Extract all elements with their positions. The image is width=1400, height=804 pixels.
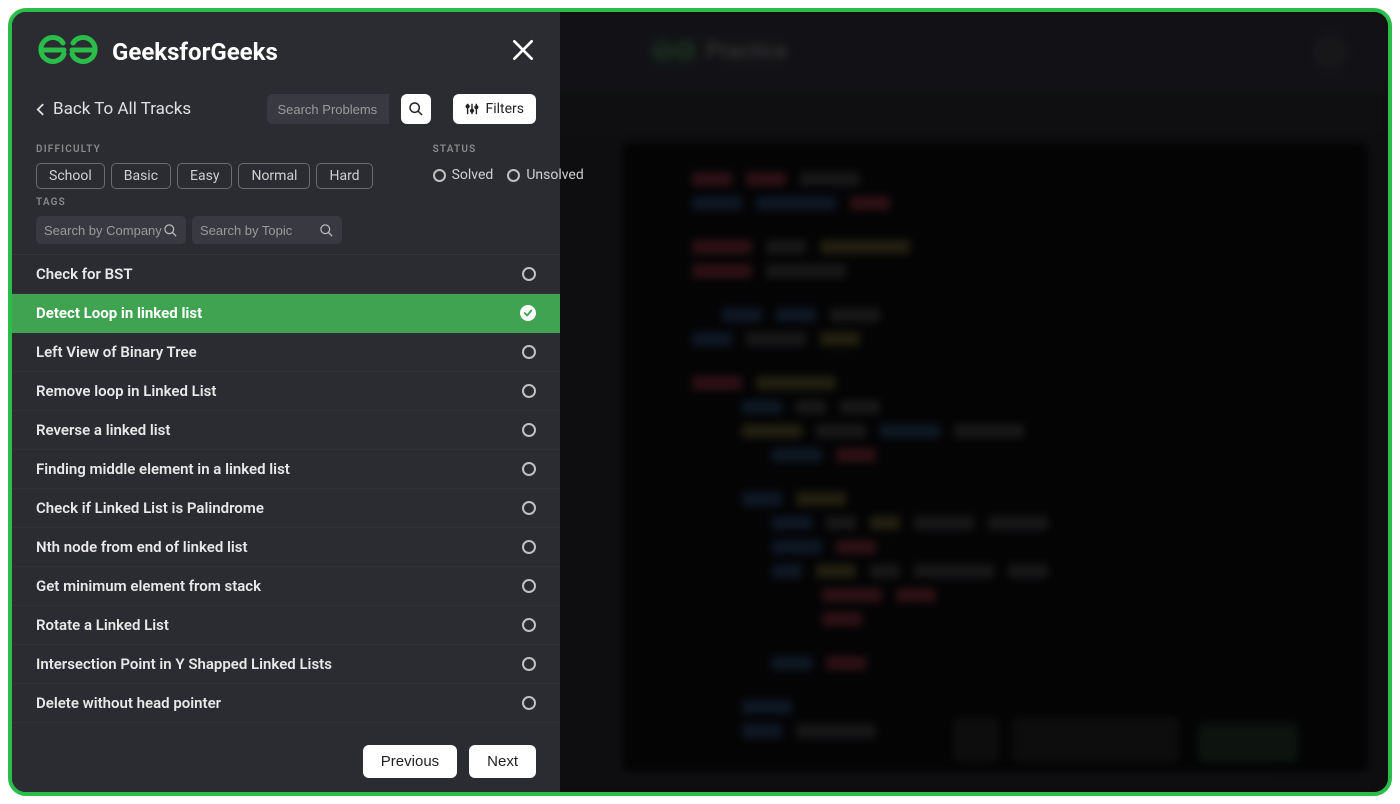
- brand-title: GeeksforGeeks: [112, 38, 278, 66]
- problem-title: Remove loop in Linked List: [36, 382, 522, 400]
- unsolved-circle-icon: [522, 579, 536, 593]
- problem-list[interactable]: Check for BST Detect Loop in linked list L…: [12, 254, 560, 731]
- status-radio-label: Solved: [452, 167, 494, 183]
- problem-item[interactable]: Rotate a Linked List: [12, 606, 560, 645]
- check-icon: [520, 305, 536, 321]
- topic-search-input[interactable]: [200, 223, 319, 238]
- unsolved-circle-icon: [522, 462, 536, 476]
- status-heading: STATUS: [433, 144, 584, 155]
- problem-item[interactable]: Nth node from end of linked list: [12, 528, 560, 567]
- difficulty-pill-hard[interactable]: Hard: [316, 163, 372, 189]
- problem-title: Finding middle element in a linked list: [36, 460, 522, 478]
- topic-search[interactable]: [192, 216, 342, 244]
- unsolved-circle-icon: [522, 657, 536, 671]
- unsolved-circle-icon: [522, 501, 536, 515]
- problem-item[interactable]: Intersection Point in Y Shapped Linked L…: [12, 645, 560, 684]
- unsolved-circle-icon: [522, 384, 536, 398]
- problem-title: Nth node from end of linked list: [36, 538, 522, 556]
- problem-item[interactable]: Determine if Two Trees are Identical: [12, 723, 560, 731]
- previous-button[interactable]: Previous: [363, 745, 457, 778]
- problem-title: Intersection Point in Y Shapped Linked L…: [36, 655, 522, 673]
- problem-title: Check if Linked List is Palindrome: [36, 499, 522, 517]
- problem-title: Rotate a Linked List: [36, 616, 522, 634]
- search-input[interactable]: [277, 102, 379, 117]
- problem-item[interactable]: Finding middle element in a linked list: [12, 450, 560, 489]
- filters-label: Filters: [485, 101, 524, 117]
- search-icon: [163, 223, 178, 238]
- search-icon: [319, 223, 334, 238]
- next-button[interactable]: Next: [469, 745, 536, 778]
- search-input-wrap[interactable]: [267, 94, 389, 124]
- problem-title: Check for BST: [36, 265, 522, 283]
- brand-logo: GeeksforGeeks: [36, 32, 278, 72]
- problem-item[interactable]: Delete without head pointer: [12, 684, 560, 723]
- problem-title: Left View of Binary Tree: [36, 343, 522, 361]
- unsolved-circle-icon: [522, 696, 536, 710]
- company-search-input[interactable]: [44, 223, 163, 238]
- gfg-icon: [36, 32, 100, 72]
- status-radio-unsolved[interactable]: Unsolved: [507, 167, 583, 183]
- unsolved-circle-icon: [522, 345, 536, 359]
- problem-item[interactable]: Detect Loop in linked list: [12, 294, 560, 333]
- difficulty-heading: DIFFICULTY: [36, 144, 373, 155]
- close-button[interactable]: [510, 37, 536, 67]
- problem-item[interactable]: Check for BST: [12, 255, 560, 294]
- unsolved-circle-icon: [522, 618, 536, 632]
- difficulty-pill-normal[interactable]: Normal: [238, 163, 310, 189]
- problem-title: Delete without head pointer: [36, 694, 522, 712]
- unsolved-circle-icon: [522, 540, 536, 554]
- search-button[interactable]: [401, 94, 431, 124]
- filters-button[interactable]: Filters: [453, 94, 536, 124]
- status-radio-label: Unsolved: [526, 167, 583, 183]
- problem-title: Detect Loop in linked list: [36, 304, 520, 322]
- problem-item[interactable]: Left View of Binary Tree: [12, 333, 560, 372]
- tags-heading: TAGS: [36, 197, 536, 208]
- company-search[interactable]: [36, 216, 186, 244]
- radio-circle-icon: [507, 169, 520, 182]
- problem-item[interactable]: Remove loop in Linked List: [12, 372, 560, 411]
- difficulty-pill-school[interactable]: School: [36, 163, 105, 189]
- back-link-label: Back To All Tracks: [53, 99, 191, 119]
- difficulty-pill-basic[interactable]: Basic: [111, 163, 171, 189]
- difficulty-pill-easy[interactable]: Easy: [177, 163, 232, 189]
- problem-title: Get minimum element from stack: [36, 577, 522, 595]
- problem-title: Reverse a linked list: [36, 421, 522, 439]
- radio-circle-icon: [433, 169, 446, 182]
- problems-panel: GeeksforGeeks Back To All Tracks Filters: [12, 12, 560, 792]
- problem-item[interactable]: Check if Linked List is Palindrome: [12, 489, 560, 528]
- unsolved-circle-icon: [522, 267, 536, 281]
- status-radio-solved[interactable]: Solved: [433, 167, 494, 183]
- back-link[interactable]: Back To All Tracks: [36, 99, 191, 119]
- problem-item[interactable]: Reverse a linked list: [12, 411, 560, 450]
- problem-item[interactable]: Get minimum element from stack: [12, 567, 560, 606]
- unsolved-circle-icon: [522, 423, 536, 437]
